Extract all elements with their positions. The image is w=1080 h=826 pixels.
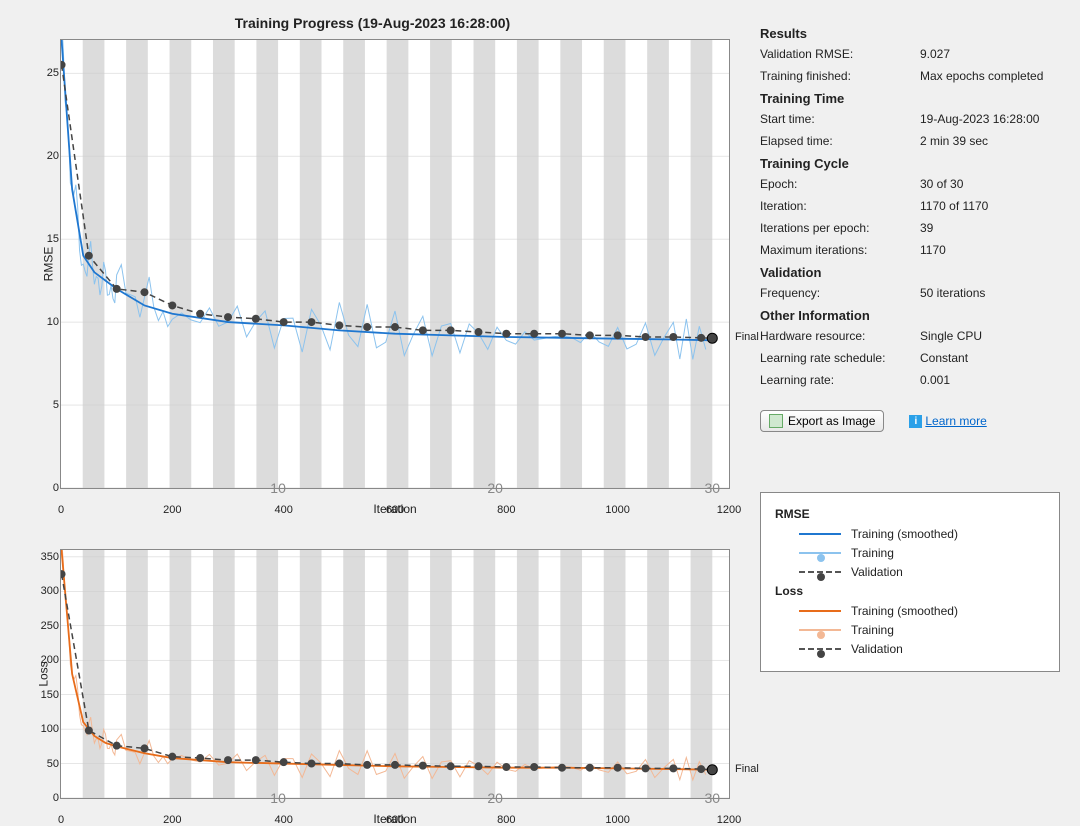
hw-label: Hardware resource:	[760, 329, 920, 343]
legend-label: Training	[851, 623, 894, 637]
cycle-heading: Training Cycle	[760, 156, 1060, 171]
legend-label: Training	[851, 546, 894, 560]
legend-label: Training (smoothed)	[851, 527, 958, 541]
freq-label: Frequency:	[760, 286, 920, 300]
legend-item: Training	[799, 623, 1045, 637]
ipe-label: Iterations per epoch:	[760, 221, 920, 235]
val-rmse-value: 9.027	[920, 47, 1060, 61]
elapsed-value: 2 min 39 sec	[920, 134, 1060, 148]
x-tick: 1200	[717, 504, 741, 516]
rmse-chart: RMSE Iteration 0510152025020040060080010…	[60, 39, 730, 489]
legend: RMSE Training (smoothed) Training Valida…	[760, 492, 1060, 672]
other-heading: Other Information	[760, 308, 1060, 323]
validation-heading: Validation	[760, 265, 1060, 280]
legend-label: Validation	[851, 642, 903, 656]
info-icon: i	[909, 415, 922, 428]
dash-dot-swatch-icon	[799, 648, 841, 650]
start-value: 19-Aug-2023 16:28:00	[920, 112, 1060, 126]
x-tick: 400	[274, 504, 292, 516]
y-tick: 15	[47, 233, 59, 245]
legend-item: Training	[799, 546, 1045, 560]
y-tick: 150	[41, 689, 59, 701]
line-swatch-icon	[799, 533, 841, 535]
elapsed-label: Elapsed time:	[760, 134, 920, 148]
time-heading: Training Time	[760, 91, 1060, 106]
x-tick: 1000	[605, 814, 629, 826]
export-label: Export as Image	[788, 414, 875, 428]
x-tick: 200	[163, 814, 181, 826]
y-tick: 0	[53, 792, 59, 804]
x-tick: 600	[386, 814, 404, 826]
x-tick: 200	[163, 504, 181, 516]
results-section: Results Validation RMSE: 9.027 Training …	[760, 20, 1060, 395]
y-tick: 0	[53, 482, 59, 494]
results-heading: Results	[760, 26, 1060, 41]
iter-label: Iteration:	[760, 199, 920, 213]
epoch-marker-label: 30	[705, 480, 721, 496]
legend-label: Training (smoothed)	[851, 604, 958, 618]
lr-label: Learning rate:	[760, 373, 920, 387]
legend-item: Validation	[799, 642, 1045, 656]
sched-label: Learning rate schedule:	[760, 351, 920, 365]
export-button[interactable]: Export as Image	[760, 410, 884, 432]
y-tick: 50	[47, 758, 59, 770]
epoch-marker-label: 20	[487, 480, 503, 496]
x-tick: 0	[58, 504, 64, 516]
freq-value: 50 iterations	[920, 286, 1060, 300]
export-icon	[769, 414, 783, 428]
lr-value: 0.001	[920, 373, 1060, 387]
epoch-marker-label: 30	[705, 790, 721, 806]
learn-label: Learn more	[925, 414, 986, 428]
y-tick: 5	[53, 399, 59, 411]
chart-title: Training Progress (19-Aug-2023 16:28:00)	[15, 15, 730, 31]
y-tick: 20	[47, 150, 59, 162]
loss-chart: Loss Iteration 0501001502002503003500200…	[60, 549, 730, 799]
trainfin-label: Training finished:	[760, 69, 920, 83]
x-tick: 400	[274, 814, 292, 826]
maxiter-label: Maximum iterations:	[760, 243, 920, 257]
learn-more-link[interactable]: iLearn more	[909, 414, 986, 428]
dash-dot-swatch-icon	[799, 571, 841, 573]
y-tick: 300	[41, 585, 59, 597]
legend-rmse-heading: RMSE	[775, 507, 1045, 521]
y-tick: 250	[41, 620, 59, 632]
legend-item: Training (smoothed)	[799, 604, 1045, 618]
epoch-label: Epoch:	[760, 177, 920, 191]
legend-item: Training (smoothed)	[799, 527, 1045, 541]
x-tick: 800	[497, 504, 515, 516]
x-tick: 1000	[605, 504, 629, 516]
ipe-value: 39	[920, 221, 1060, 235]
line-swatch-icon	[799, 610, 841, 612]
x-tick: 600	[386, 504, 404, 516]
line-dot-swatch-icon	[799, 552, 841, 554]
epoch-marker-label: 10	[270, 790, 286, 806]
y-tick: 100	[41, 723, 59, 735]
legend-label: Validation	[851, 565, 903, 579]
legend-loss-heading: Loss	[775, 584, 1045, 598]
iter-value: 1170 of 1170	[920, 199, 1060, 213]
legend-item: Validation	[799, 565, 1045, 579]
y-tick: 25	[47, 67, 59, 79]
epoch-value: 30 of 30	[920, 177, 1060, 191]
trainfin-value: Max epochs completed	[920, 69, 1060, 83]
maxiter-value: 1170	[920, 243, 1060, 257]
final-label: Final	[735, 763, 759, 775]
y-tick: 350	[41, 551, 59, 563]
start-label: Start time:	[760, 112, 920, 126]
x-tick: 800	[497, 814, 515, 826]
x-tick: 1200	[717, 814, 741, 826]
hw-value: Single CPU	[920, 329, 1060, 343]
epoch-marker-label: 10	[270, 480, 286, 496]
line-dot-swatch-icon	[799, 629, 841, 631]
x-tick: 0	[58, 814, 64, 826]
val-rmse-label: Validation RMSE:	[760, 47, 920, 61]
y-tick: 10	[47, 316, 59, 328]
epoch-marker-label: 20	[487, 790, 503, 806]
y-tick: 200	[41, 654, 59, 666]
final-label: Final	[735, 331, 759, 343]
sched-value: Constant	[920, 351, 1060, 365]
